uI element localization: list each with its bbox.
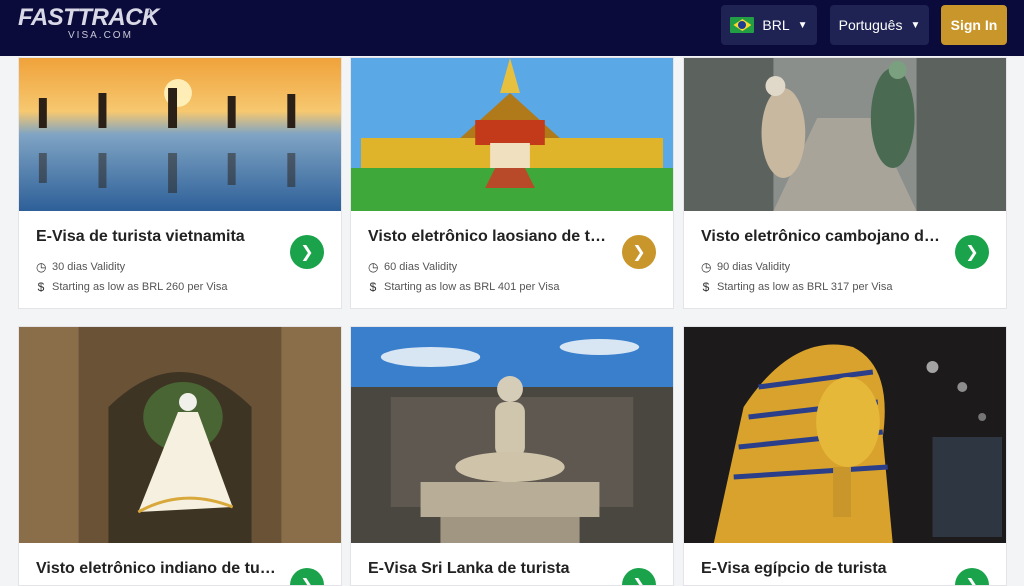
validity-info: ◷ 60 dias Validity (368, 260, 458, 274)
clock-icon: ◷ (36, 260, 47, 274)
visa-card-cambodia[interactable]: Visto eletrônico cambojano de turista ❯ … (683, 57, 1007, 309)
cambodia-dancers-image (684, 58, 1006, 211)
card-title[interactable]: Visto eletrônico laosiano de turista (368, 228, 608, 246)
card-title[interactable]: E-Visa de turista vietnamita (36, 228, 276, 246)
price-info: $ Starting as low as BRL 260 per Visa (37, 280, 228, 294)
card-title[interactable]: Visto eletrônico indiano de turista (36, 560, 276, 578)
language-label: Português (838, 17, 903, 33)
arrow-right-button[interactable]: ❯ (955, 235, 989, 269)
card-title[interactable]: Visto eletrônico cambojano de turista (701, 228, 941, 246)
chevron-down-icon: ▼ (910, 19, 921, 31)
price-info: $ Starting as low as BRL 401 per Visa (369, 280, 560, 294)
sri-lanka-buddha-image (351, 327, 673, 543)
currency-selector[interactable]: BRL ▼ (721, 5, 817, 45)
india-dancer-image (19, 327, 341, 543)
logo-subtext: VISA.COM (68, 30, 133, 41)
egypt-tutankhamun-mask-image (684, 327, 1006, 543)
visa-card-laos[interactable]: Visto eletrônico laosiano de turista ❯ ◷… (350, 57, 674, 309)
clock-icon: ◷ (701, 260, 712, 274)
visa-card-sri-lanka[interactable]: E-Visa Sri Lanka de turista ❯ (350, 326, 674, 586)
card-title[interactable]: E-Visa egípcio de turista (701, 560, 941, 578)
brazil-flag-icon (730, 17, 755, 33)
arrow-right-button[interactable]: ❯ (622, 235, 656, 269)
dollar-icon: $ (702, 280, 710, 294)
validity-info: ◷ 90 dias Validity (701, 260, 791, 274)
currency-label: BRL (762, 17, 790, 33)
visa-card-egypt[interactable]: E-Visa egípcio de turista ❯ (683, 326, 1007, 586)
top-navbar: FASTTRACK ✈ VISA.COM BRL ▼ Português ▼ S… (0, 0, 1024, 56)
dollar-icon: $ (37, 280, 45, 294)
arrow-right-button[interactable]: ❯ (290, 235, 324, 269)
visa-card-india[interactable]: Visto eletrônico indiano de turista ❯ (18, 326, 342, 586)
visa-card-vietnam[interactable]: E-Visa de turista vietnamita ❯ ◷ 30 dias … (18, 57, 342, 309)
card-title[interactable]: E-Visa Sri Lanka de turista (368, 560, 608, 578)
arrow-right-button[interactable]: ❯ (290, 568, 324, 585)
logo-text: FASTTRACK (18, 4, 159, 31)
dollar-icon: $ (369, 280, 377, 294)
laos-temple-image (351, 58, 673, 211)
chevron-down-icon: ▼ (797, 19, 808, 31)
arrow-right-button[interactable]: ❯ (955, 568, 989, 585)
price-info: $ Starting as low as BRL 317 per Visa (702, 280, 893, 294)
sign-in-button[interactable]: Sign In (941, 5, 1007, 45)
clock-icon: ◷ (368, 260, 379, 274)
arrow-right-button[interactable]: ❯ (622, 568, 656, 585)
language-selector[interactable]: Português ▼ (830, 5, 929, 45)
plane-icon: ✈ (146, 7, 156, 19)
vietnam-salt-field-image (19, 58, 341, 211)
logo[interactable]: FASTTRACK ✈ VISA.COM (18, 4, 159, 44)
validity-info: ◷ 30 dias Validity (36, 260, 126, 274)
